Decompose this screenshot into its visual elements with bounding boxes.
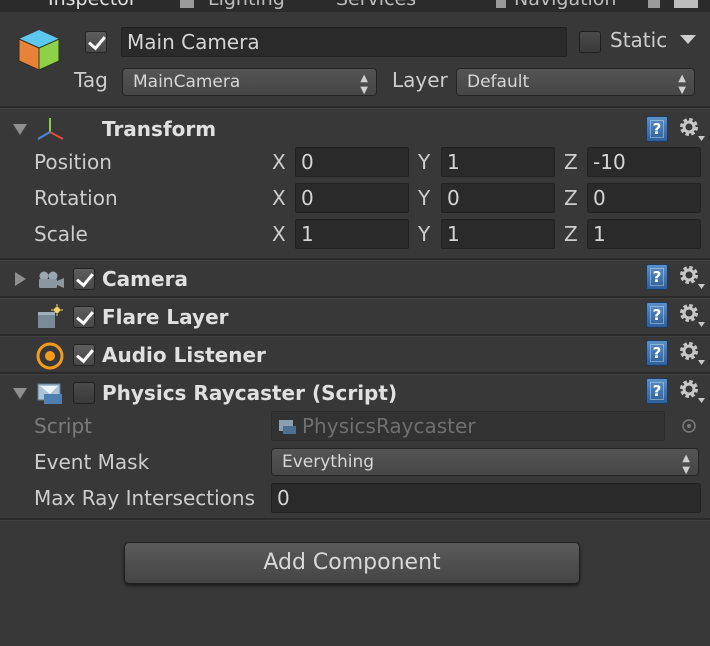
position-y-axis: Y <box>418 150 431 174</box>
scale-x-field[interactable]: 1 <box>295 219 409 249</box>
physics-raycaster-title[interactable]: Physics Raycaster (Script) <box>102 381 397 405</box>
tab-lighting[interactable]: Lighting <box>208 0 285 10</box>
script-label: Script <box>34 414 93 438</box>
updown-arrows-icon: ▲ ▼ <box>682 453 690 476</box>
separator <box>0 518 710 521</box>
layer-dropdown[interactable]: Default ▲ ▼ <box>456 68 695 96</box>
tab-inspector[interactable]: Inspector <box>48 0 137 10</box>
camera-enabled-checkbox[interactable] <box>73 268 95 290</box>
tag-value: MainCamera <box>133 72 241 92</box>
help-icon[interactable]: ? <box>646 302 668 328</box>
position-y-field[interactable]: 1 <box>441 147 555 177</box>
separator <box>0 334 710 337</box>
rotation-z-axis: Z <box>564 186 578 210</box>
tag-dropdown[interactable]: MainCamera ▲ ▼ <box>122 68 377 96</box>
scale-y-field[interactable]: 1 <box>441 219 555 249</box>
audio-listener-icon <box>36 342 64 370</box>
camera-icon <box>39 271 64 288</box>
layer-value: Default <box>467 72 530 92</box>
event-mask-dropdown[interactable]: Everything ▲ ▼ <box>271 448 699 476</box>
transform-axes-icon <box>37 118 64 140</box>
tab-navigation[interactable]: Navigation <box>514 0 616 10</box>
rotation-label: Rotation <box>34 186 118 210</box>
foldout-arrow-icon[interactable] <box>13 388 27 399</box>
lock-icon[interactable] <box>648 0 660 8</box>
event-mask-label: Event Mask <box>34 450 150 474</box>
gear-icon[interactable] <box>678 340 706 366</box>
position-z-field[interactable]: -10 <box>587 147 701 177</box>
camera-title[interactable]: Camera <box>102 267 188 291</box>
tab-services[interactable]: Services <box>336 0 416 10</box>
static-dropdown-arrow-icon[interactable] <box>680 35 696 45</box>
object-name-field[interactable]: Main Camera <box>121 27 567 57</box>
physics-raycaster-enabled-checkbox[interactable] <box>73 382 95 404</box>
script-file-icon <box>279 420 296 434</box>
separator <box>0 296 710 299</box>
separator <box>0 106 710 109</box>
tab-strip: Inspector Lighting Services Navigation <box>0 0 710 12</box>
flare-layer-enabled-checkbox[interactable] <box>73 306 95 328</box>
updown-arrows-icon: ▲ ▼ <box>360 73 368 96</box>
gear-icon[interactable] <box>678 116 706 142</box>
separator <box>0 258 710 261</box>
flare-layer-title[interactable]: Flare Layer <box>102 305 229 329</box>
menu-icon[interactable] <box>674 0 698 8</box>
help-icon[interactable]: ? <box>646 340 668 366</box>
script-field[interactable]: PhysicsRaycaster <box>271 411 665 441</box>
help-icon[interactable]: ? <box>646 378 668 404</box>
script-value: PhysicsRaycaster <box>302 414 476 438</box>
rotation-x-field[interactable]: 0 <box>295 183 409 213</box>
static-label: Static <box>610 28 668 52</box>
scale-y-axis: Y <box>418 222 431 246</box>
foldout-arrow-icon[interactable] <box>15 272 26 286</box>
gameobject-cube-icon <box>18 30 60 71</box>
help-icon[interactable]: ? <box>646 116 668 142</box>
help-icon[interactable]: ? <box>646 264 668 290</box>
position-x-axis: X <box>272 150 286 174</box>
layer-label: Layer <box>392 68 448 92</box>
scale-label: Scale <box>34 222 88 246</box>
script-icon <box>37 383 62 404</box>
active-checkbox[interactable] <box>85 31 107 53</box>
transform-title[interactable]: Transform <box>102 117 216 141</box>
gear-icon[interactable] <box>678 378 706 404</box>
event-mask-value: Everything <box>282 452 375 472</box>
rotation-z-field[interactable]: 0 <box>587 183 701 213</box>
rotation-y-axis: Y <box>418 186 431 210</box>
scale-z-axis: Z <box>564 222 578 246</box>
gear-icon[interactable] <box>678 264 706 290</box>
rotation-x-axis: X <box>272 186 286 210</box>
navigation-tab-icon <box>496 0 506 8</box>
rotation-y-field[interactable]: 0 <box>441 183 555 213</box>
audio-listener-enabled-checkbox[interactable] <box>73 344 95 366</box>
position-z-axis: Z <box>564 150 578 174</box>
static-checkbox[interactable] <box>579 31 601 53</box>
position-label: Position <box>34 150 112 174</box>
foldout-arrow-icon[interactable] <box>13 124 27 135</box>
scale-z-field[interactable]: 1 <box>587 219 701 249</box>
updown-arrows-icon: ▲ ▼ <box>678 73 686 96</box>
flare-layer-icon <box>38 304 63 328</box>
gear-icon[interactable] <box>678 302 706 328</box>
add-component-button[interactable]: Add Component <box>124 542 580 584</box>
max-ray-intersections-label: Max Ray Intersections <box>34 486 256 510</box>
object-picker-icon[interactable] <box>681 418 697 434</box>
max-ray-intersections-field[interactable]: 0 <box>271 483 701 513</box>
position-x-field[interactable]: 0 <box>295 147 409 177</box>
scale-x-axis: X <box>272 222 286 246</box>
separator <box>0 372 710 375</box>
audio-listener-title[interactable]: Audio Listener <box>102 343 266 367</box>
lighting-tab-icon <box>180 0 194 8</box>
tag-label: Tag <box>74 68 108 92</box>
